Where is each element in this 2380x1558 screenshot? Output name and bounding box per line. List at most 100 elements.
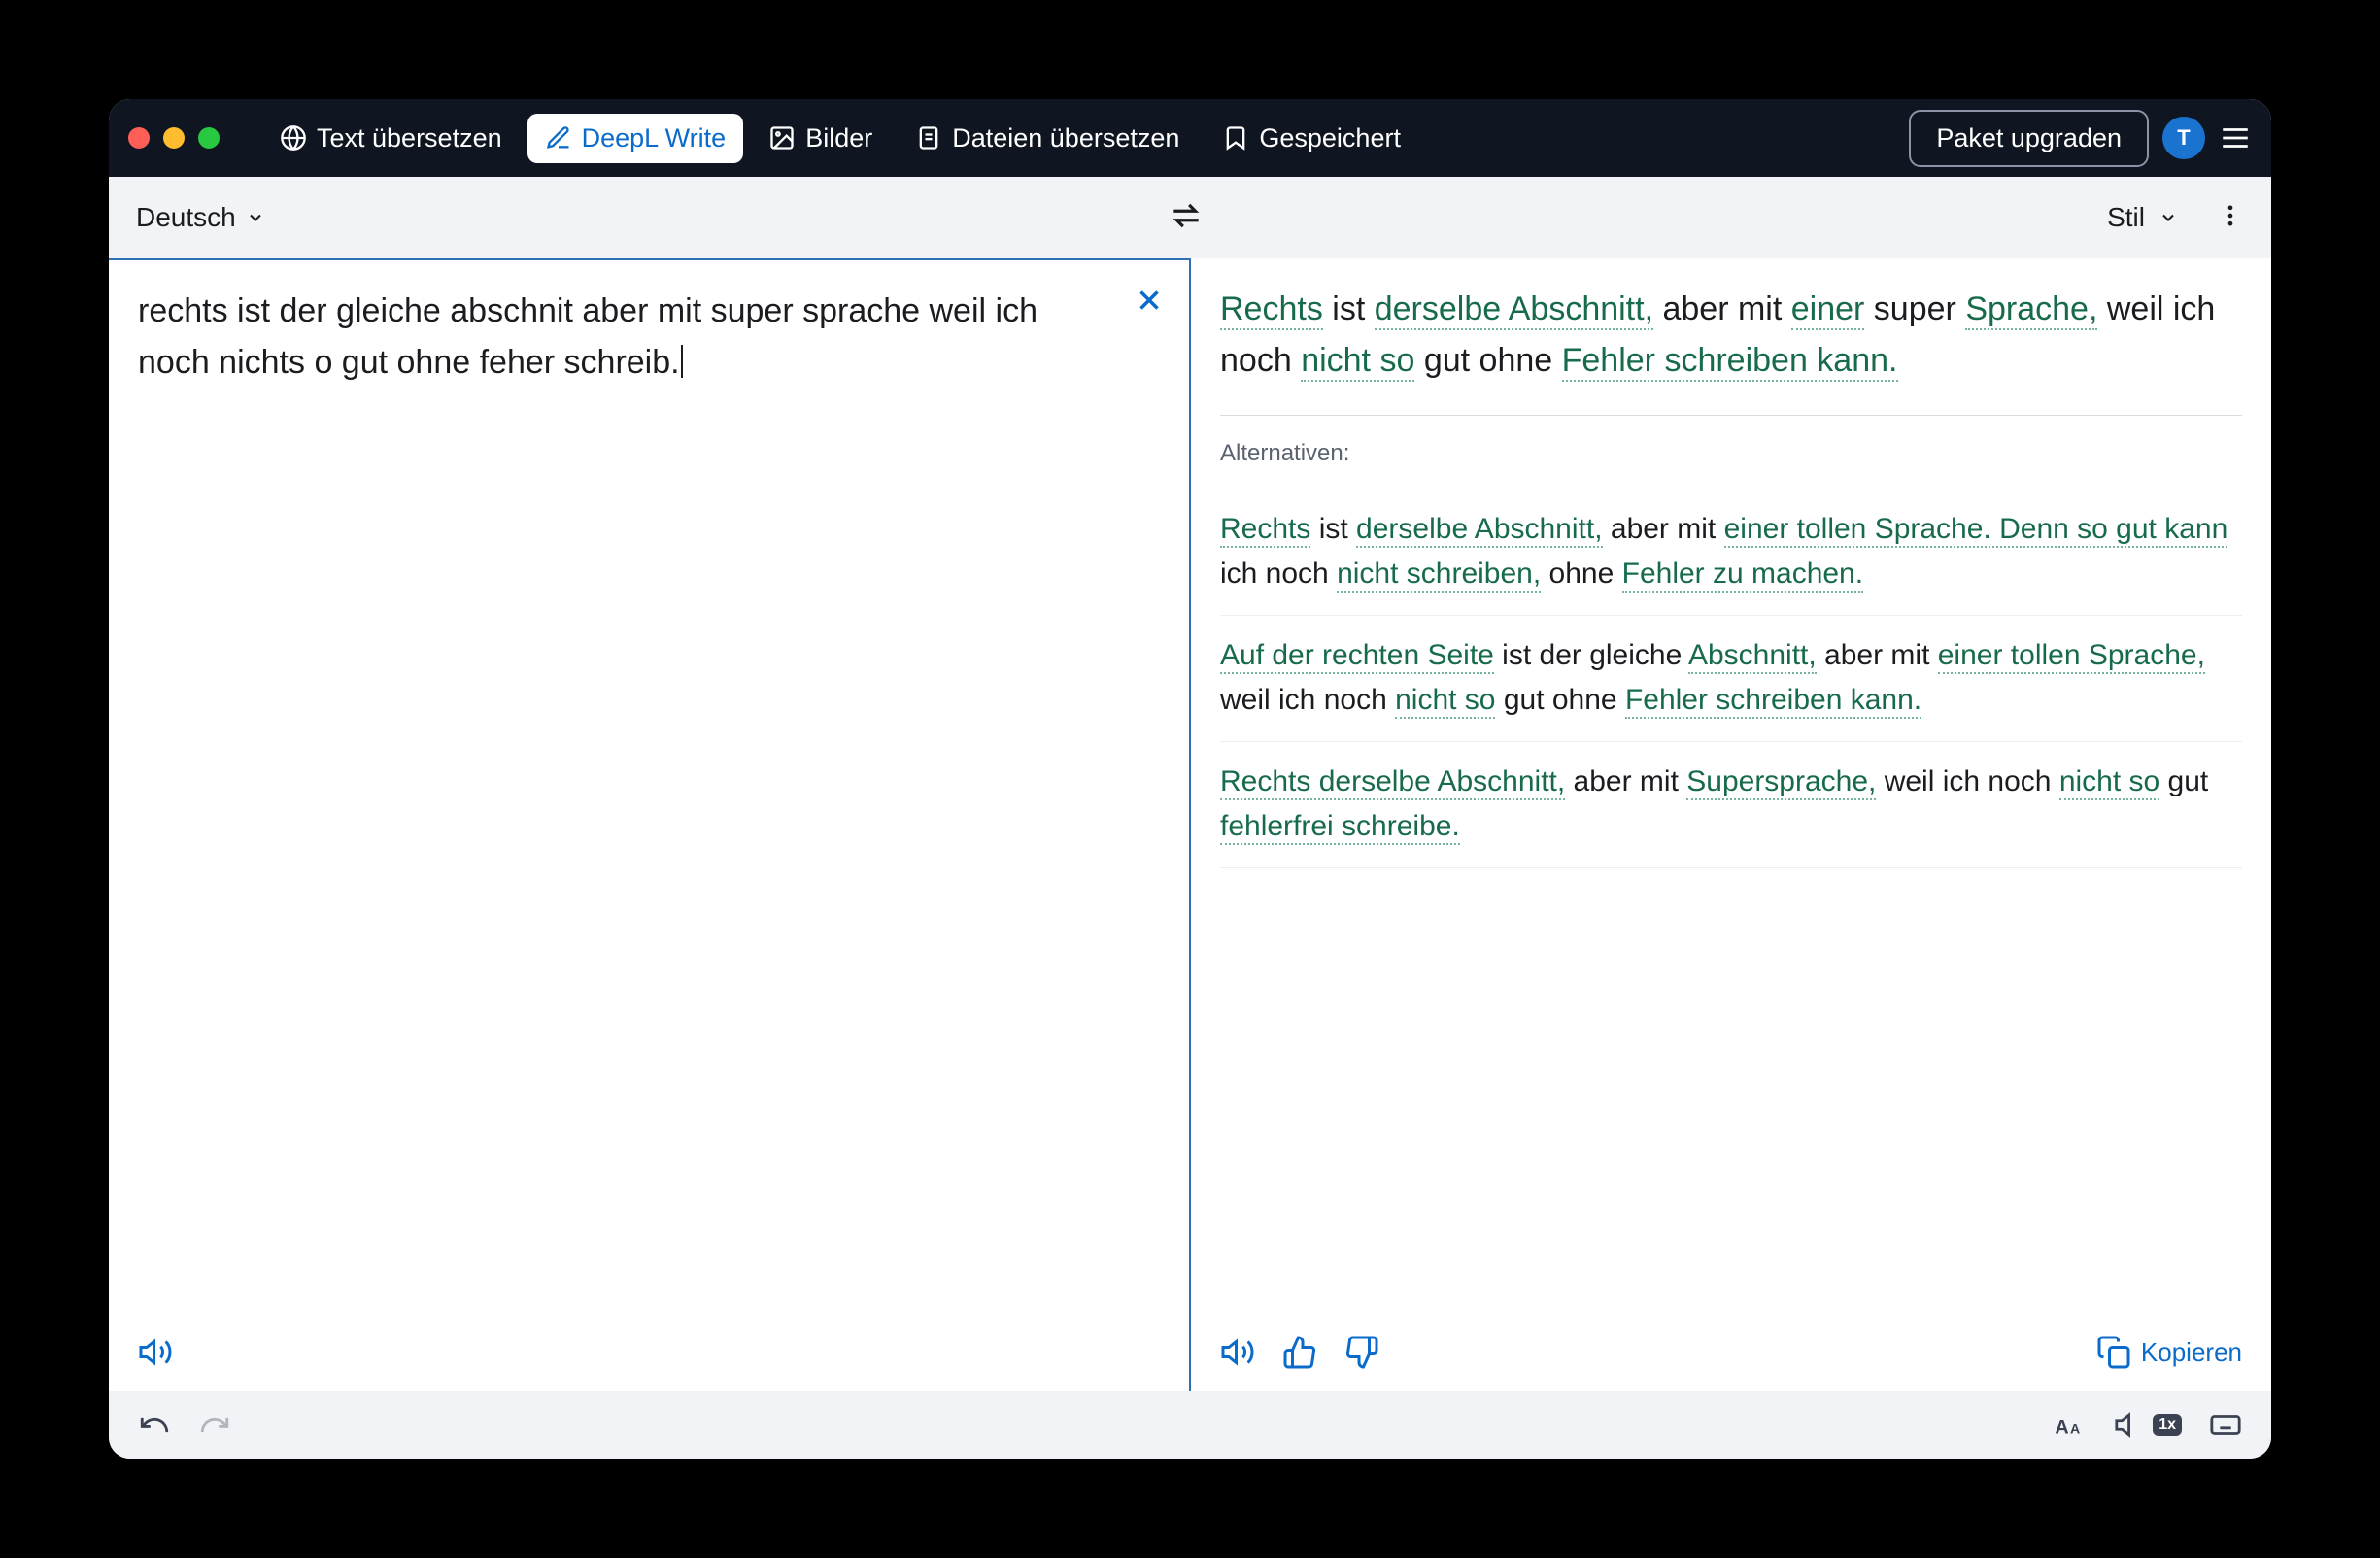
text-segment: aber mit [1653, 290, 1791, 327]
highlighted-segment[interactable]: fehlerfrei schreibe. [1220, 810, 1460, 845]
source-language-label: Deutsch [136, 202, 236, 233]
image-icon [768, 124, 796, 152]
text-segment: ist [1310, 513, 1356, 545]
highlighted-segment[interactable]: Abschnitt, [1688, 639, 1817, 674]
text-segment: gut [2159, 765, 2208, 797]
tab-label: Gespeichert [1259, 123, 1401, 153]
output-body: Rechts ist derselbe Abschnitt, aber mit … [1191, 258, 2271, 1313]
text-segment: weil ich noch [1876, 765, 2058, 797]
text-segment: aber mit [1817, 639, 1938, 671]
copy-button[interactable]: Kopieren [2096, 1335, 2242, 1370]
text-segment: ich noch [1220, 558, 1337, 590]
chevron-down-icon [2159, 208, 2178, 227]
text-segment: ist [1323, 290, 1375, 327]
highlighted-segment[interactable]: Sprache, [1965, 290, 2097, 330]
tab-files[interactable]: Dateien übersetzen [898, 114, 1197, 163]
undo-button[interactable] [138, 1408, 171, 1441]
thumbs-down-button[interactable] [1344, 1335, 1379, 1370]
highlighted-segment[interactable]: Fehler schreiben kann. [1562, 342, 1898, 382]
highlighted-segment[interactable]: einer [1791, 290, 1865, 330]
more-options-button[interactable] [2217, 202, 2244, 234]
speaker-small-icon [2114, 1408, 2147, 1441]
highlighted-segment[interactable]: Fehler zu machen. [1622, 558, 1863, 593]
style-select[interactable]: Stil [2107, 202, 2178, 233]
highlighted-segment[interactable]: derselbe Abschnitt, [1375, 290, 1653, 330]
text-segment: gut ohne [1495, 684, 1624, 716]
pencil-icon [545, 124, 572, 152]
divider [1220, 415, 2242, 416]
highlighted-segment[interactable]: Rechts [1220, 290, 1323, 330]
highlighted-segment[interactable]: nicht so [1301, 342, 1414, 382]
highlighted-segment[interactable]: Auf der rechten Seite [1220, 639, 1494, 674]
text-segment: ohne [1541, 558, 1621, 590]
swap-languages-button[interactable] [1168, 197, 1205, 239]
play-audio-input-button[interactable] [138, 1335, 173, 1370]
alternative-item[interactable]: Rechts ist derselbe Abschnitt, aber mit … [1220, 490, 2242, 616]
highlighted-segment[interactable]: nicht so [1395, 684, 1495, 719]
highlighted-segment[interactable]: Rechts [1220, 513, 1310, 548]
text-segment: aber mit [1565, 765, 1686, 797]
keyboard-icon [2209, 1408, 2242, 1441]
keyboard-button[interactable] [2209, 1408, 2242, 1441]
text-segment: weil ich noch [1220, 684, 1395, 716]
main-split: rechts ist der gleiche abschnit aber mit… [109, 258, 2271, 1391]
menu-button[interactable] [2219, 121, 2252, 154]
undo-icon [138, 1408, 171, 1441]
font-size-button[interactable]: AA [2054, 1408, 2087, 1441]
playback-speed-label: 1x [2153, 1414, 2182, 1436]
avatar[interactable]: T [2162, 117, 2205, 159]
text-segment: super [1864, 290, 1965, 327]
alternative-item[interactable]: Rechts derselbe Abschnitt, aber mit Supe… [1220, 742, 2242, 868]
output-footer: Kopieren [1191, 1313, 2271, 1391]
tab-images[interactable]: Bilder [751, 114, 890, 163]
highlighted-segment[interactable]: einer tollen Sprache, [1938, 639, 2205, 674]
tab-label: Dateien übersetzen [952, 123, 1179, 153]
tab-deepl-write[interactable]: DeepL Write [527, 114, 744, 163]
copy-label: Kopieren [2141, 1338, 2242, 1368]
tab-label: Text übersetzen [317, 123, 502, 153]
svg-text:A: A [2056, 1417, 2069, 1439]
copy-icon [2096, 1335, 2131, 1370]
highlighted-segment[interactable]: Fehler schreiben kann. [1625, 684, 1921, 719]
input-text: rechts ist der gleiche abschnit aber mit… [138, 292, 1037, 381]
tab-text-translate[interactable]: Text übersetzen [262, 114, 520, 163]
globe-icon [280, 124, 307, 152]
hamburger-icon [2219, 121, 2252, 154]
highlighted-segment[interactable]: einer tollen Sprache. Denn so gut kann [1724, 513, 2228, 548]
tab-saved[interactable]: Gespeichert [1205, 114, 1418, 163]
thumbs-down-icon [1344, 1335, 1379, 1370]
highlighted-segment[interactable]: nicht so [2059, 765, 2159, 800]
bookmark-icon [1222, 124, 1249, 152]
minimize-window-button[interactable] [163, 127, 185, 149]
input-footer [109, 1313, 1189, 1391]
text-segment: aber mit [1603, 513, 1724, 545]
svg-text:A: A [2070, 1422, 2080, 1438]
redo-icon [198, 1408, 231, 1441]
toolbar: Deutsch Stil [109, 177, 2271, 258]
thumbs-up-button[interactable] [1282, 1335, 1317, 1370]
tab-label: DeepL Write [582, 123, 727, 153]
playback-speed-button[interactable]: 1x [2114, 1408, 2182, 1441]
highlighted-segment[interactable]: Supersprache, [1686, 765, 1876, 800]
play-audio-output-button[interactable] [1220, 1335, 1255, 1370]
output-main-text[interactable]: Rechts ist derselbe Abschnitt, aber mit … [1220, 284, 2242, 386]
tab-label: Bilder [805, 123, 872, 153]
app-window: Text übersetzen DeepL Write Bilder Datei… [109, 99, 2271, 1459]
highlighted-segment[interactable]: derselbe Abschnitt, [1356, 513, 1603, 548]
highlighted-segment[interactable]: nicht schreiben, [1337, 558, 1541, 593]
upgrade-button[interactable]: Paket upgraden [1909, 110, 2149, 167]
input-textarea[interactable]: rechts ist der gleiche abschnit aber mit… [109, 260, 1189, 1313]
clear-input-button[interactable] [1133, 284, 1166, 322]
highlighted-segment[interactable]: Rechts derselbe Abschnitt, [1220, 765, 1565, 800]
alternatives-label: Alternativen: [1220, 435, 2242, 471]
redo-button[interactable] [198, 1408, 231, 1441]
speaker-icon [1220, 1335, 1255, 1370]
maximize-window-button[interactable] [198, 127, 220, 149]
alternative-item[interactable]: Auf der rechten Seite ist der gleiche Ab… [1220, 616, 2242, 742]
traffic-lights [128, 127, 220, 149]
source-language-select[interactable]: Deutsch [136, 202, 265, 233]
font-size-icon: AA [2054, 1408, 2087, 1441]
text-segment: ist der gleiche [1494, 639, 1688, 671]
close-window-button[interactable] [128, 127, 150, 149]
text-segment: gut ohne [1414, 342, 1561, 379]
